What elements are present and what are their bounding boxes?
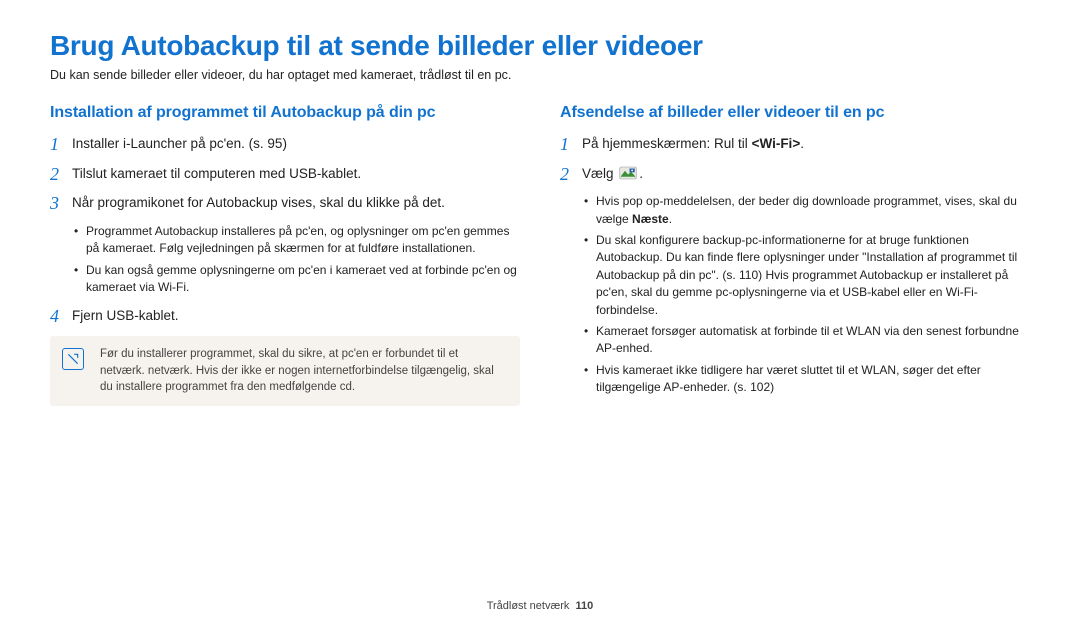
step-number: 1 bbox=[50, 134, 72, 156]
list-item: Du skal konfigurere backup-pc-informatio… bbox=[584, 232, 1030, 319]
left-step-1: 1 Installer i-Launcher på pc'en. (s. 95) bbox=[50, 134, 520, 156]
left-column: Installation af programmet til Autobacku… bbox=[50, 104, 520, 406]
wifi-label: <Wi-Fi> bbox=[752, 136, 801, 151]
page-footer: Trådløst netværk 110 bbox=[0, 600, 1080, 612]
left-step-2: 2 Tilslut kameraet til computeren med US… bbox=[50, 164, 520, 186]
list-item: Hvis pop op-meddelelsen, der beder dig d… bbox=[584, 193, 1030, 228]
footer-page-number: 110 bbox=[576, 600, 594, 612]
right-step-2: 2 Vælg . bbox=[560, 164, 1030, 186]
step-text: Vælg . bbox=[582, 164, 1030, 186]
left-step-3-sublist: Programmet Autobackup installeres på pc'… bbox=[74, 223, 520, 297]
step-text: Installer i-Launcher på pc'en. (s. 95) bbox=[72, 134, 520, 154]
left-heading: Installation af programmet til Autobacku… bbox=[50, 104, 520, 122]
list-item: Programmet Autobackup installeres på pc'… bbox=[74, 223, 520, 258]
list-item: Kameraet forsøger automatisk at forbinde… bbox=[584, 323, 1030, 358]
step-text: Tilslut kameraet til computeren med USB-… bbox=[72, 164, 520, 184]
step-text: På hjemmeskærmen: Rul til <Wi-Fi>. bbox=[582, 134, 1030, 154]
list-item: Hvis kameraet ikke tidligere har været s… bbox=[584, 362, 1030, 397]
note-box: Før du installerer programmet, skal du s… bbox=[50, 336, 520, 406]
page-intro: Du kan sende billeder eller videoer, du … bbox=[50, 68, 1030, 82]
right-step-1: 1 På hjemmeskærmen: Rul til <Wi-Fi>. bbox=[560, 134, 1030, 156]
page-title: Brug Autobackup til at sende billeder el… bbox=[50, 30, 1030, 62]
step-number: 2 bbox=[50, 164, 72, 186]
note-icon bbox=[62, 348, 84, 370]
left-step-4: 4 Fjern USB-kablet. bbox=[50, 306, 520, 328]
autobackup-icon bbox=[619, 166, 637, 186]
note-text: Før du installerer programmet, skal du s… bbox=[100, 348, 494, 393]
right-heading: Afsendelse af billeder eller videoer til… bbox=[560, 104, 1030, 122]
list-item: Du kan også gemme oplysningerne om pc'en… bbox=[74, 262, 520, 297]
step-number: 4 bbox=[50, 306, 72, 328]
step-number: 2 bbox=[560, 164, 582, 186]
right-column: Afsendelse af billeder eller videoer til… bbox=[560, 104, 1030, 406]
next-label: Næste bbox=[632, 212, 669, 226]
left-step-3: 3 Når programikonet for Autobackup vises… bbox=[50, 193, 520, 215]
footer-section: Trådløst netværk bbox=[487, 600, 570, 612]
right-step-2-sublist: Hvis pop op-meddelelsen, der beder dig d… bbox=[584, 193, 1030, 396]
step-text: Når programikonet for Autobackup vises, … bbox=[72, 193, 520, 213]
step-number: 3 bbox=[50, 193, 72, 215]
step-text: Fjern USB-kablet. bbox=[72, 306, 520, 326]
two-column-layout: Installation af programmet til Autobacku… bbox=[50, 104, 1030, 406]
manual-page: Brug Autobackup til at sende billeder el… bbox=[0, 0, 1080, 630]
step-number: 1 bbox=[560, 134, 582, 156]
